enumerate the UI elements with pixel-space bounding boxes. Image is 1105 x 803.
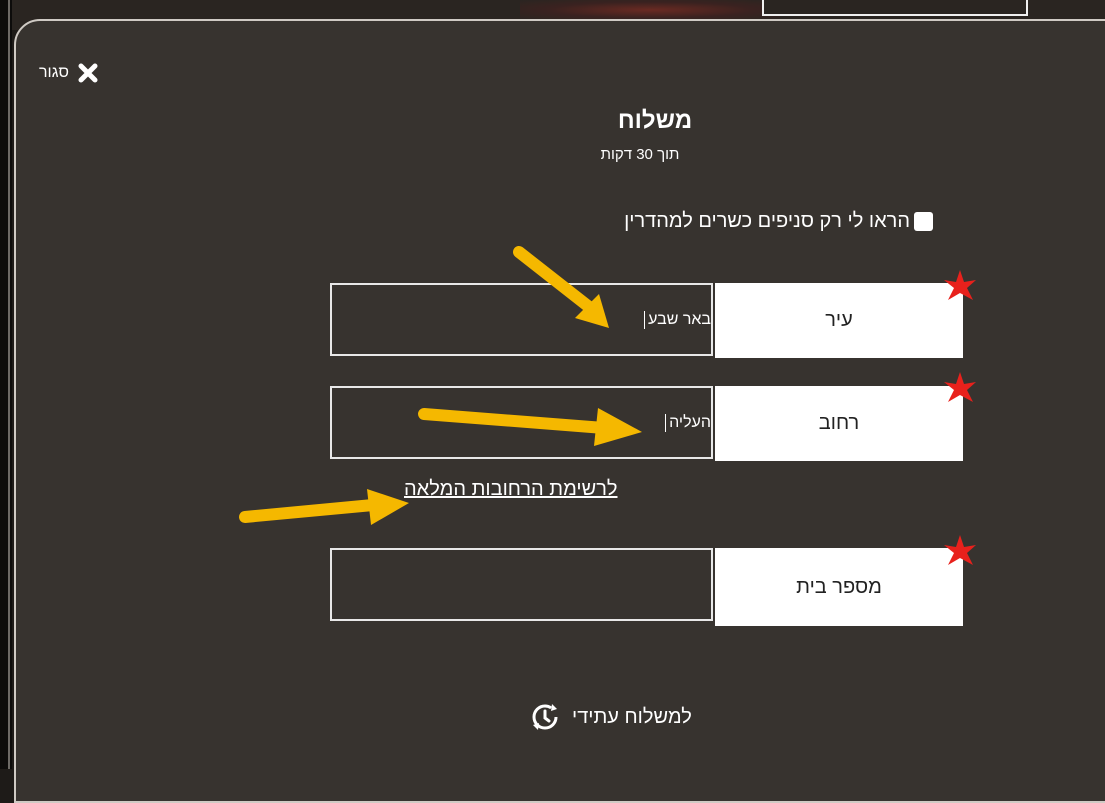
city-label-text: עיר (825, 309, 853, 331)
kosher-filter-label: הראו לי רק סניפים כשרים למהדרין (624, 210, 910, 232)
modal-subtitle: תוך 30 דקות (600, 146, 680, 163)
background-image (520, 0, 780, 20)
clock-refresh-icon (532, 704, 558, 730)
background-box (762, 0, 1028, 16)
kosher-filter[interactable]: הראו לי רק סניפים כשרים למהדרין (573, 210, 933, 233)
city-input-value: באר שבע (644, 310, 711, 329)
required-star-icon (944, 372, 976, 402)
required-star-icon (944, 535, 976, 565)
future-delivery-button[interactable]: למשלוח עתידי (528, 700, 692, 734)
kosher-checkbox[interactable] (914, 212, 933, 231)
page-left-edge (0, 0, 12, 769)
street-label: רחוב (715, 386, 963, 461)
required-star-icon (944, 270, 976, 300)
full-street-list-link[interactable]: לרשימת הרחובות המלאה (404, 478, 618, 501)
street-input-value: העליה (665, 413, 711, 432)
house-number-label: מספר בית (715, 548, 963, 626)
future-delivery-label: למשלוח עתידי (572, 705, 692, 728)
street-input[interactable]: העליה (330, 386, 713, 459)
modal-title: משלוח (617, 107, 693, 134)
house-number-input[interactable] (330, 548, 713, 621)
street-label-text: רחוב (818, 412, 860, 434)
page-left-edge-line (8, 0, 10, 769)
close-icon (78, 63, 98, 83)
city-input[interactable]: באר שבע (330, 283, 713, 356)
house-number-label-text: מספר בית (796, 575, 882, 598)
city-label: עיר (715, 283, 963, 358)
close-button[interactable]: סגור (39, 62, 99, 84)
close-label: סגור (39, 64, 69, 81)
